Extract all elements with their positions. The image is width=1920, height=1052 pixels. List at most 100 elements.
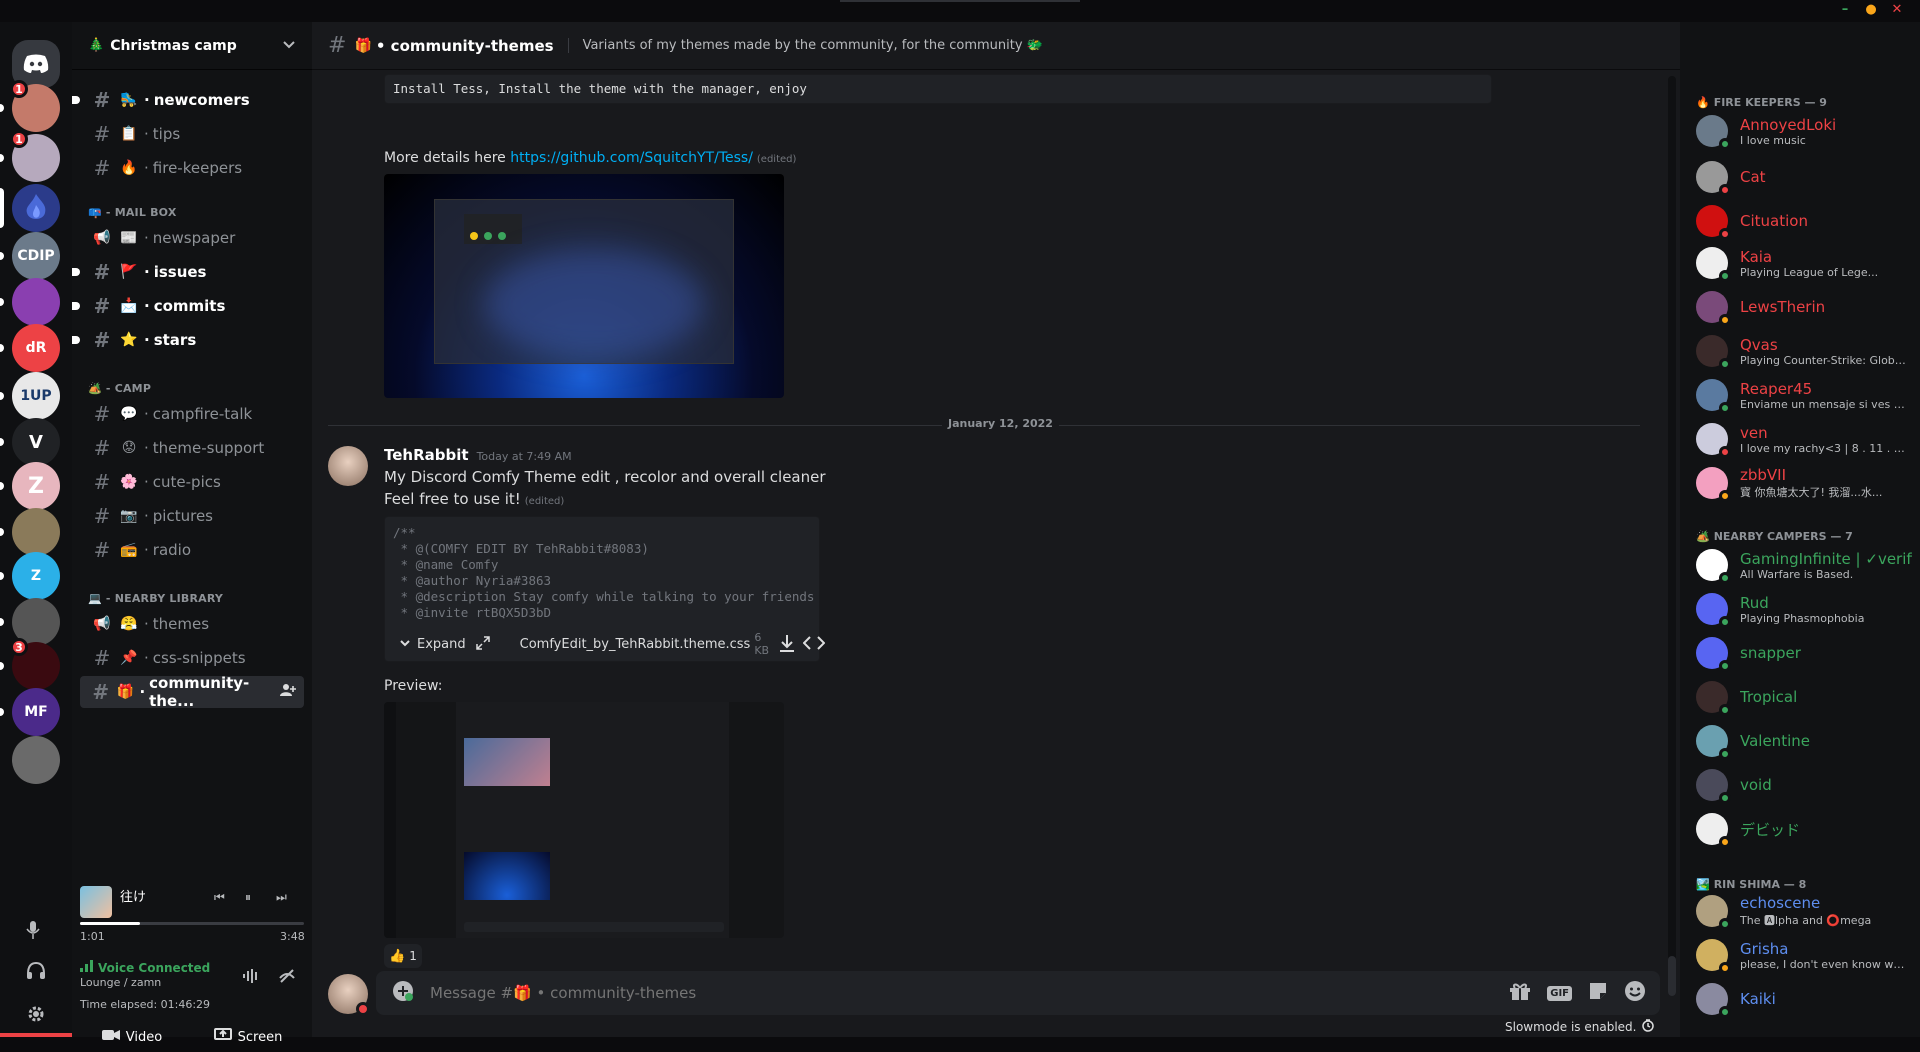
channel-separator: · <box>144 541 149 559</box>
mic-icon[interactable] <box>26 920 40 944</box>
member-list: 🔥 FIRE KEEPERS — 9 AnnoyedLoki I love music… <box>1680 22 1920 1037</box>
channel-campfire-talk[interactable]: # 💬 · campfire-talk <box>80 398 304 430</box>
channel-community-the[interactable]: # 🎁 · community-the... <box>80 674 304 710</box>
add-attachment-icon[interactable] <box>392 980 414 1006</box>
close-button[interactable]: ✕ <box>1890 3 1904 17</box>
channel-newspaper[interactable]: 📢 📰 · newspaper <box>80 222 304 254</box>
member-item[interactable]: Grisha please, I don't even know wher... <box>1688 934 1912 976</box>
member-item[interactable]: デビッド <box>1688 808 1912 850</box>
member-item[interactable]: Valentine <box>1688 720 1912 762</box>
channel-radio[interactable]: # 📻 · radio <box>80 534 304 566</box>
member-item[interactable]: Tropical <box>1688 676 1912 718</box>
channel-emoji: 🎁 <box>116 684 135 700</box>
gear-icon[interactable] <box>26 1004 46 1028</box>
server-christmas-camp[interactable] <box>12 184 60 232</box>
expand-button[interactable]: Expand <box>417 637 466 652</box>
channel-separator: · <box>144 473 149 491</box>
member-item[interactable]: Reaper45 Enviame un mensaje si ves est... <box>1688 374 1912 416</box>
channel-tips[interactable]: # 📋 · tips <box>80 118 304 150</box>
channel-pictures[interactable]: # 📷 · pictures <box>80 500 304 532</box>
member-item[interactable]: Rud Playing Phasmophobia <box>1688 588 1912 630</box>
unread-pill <box>0 438 4 446</box>
member-item[interactable]: Cat <box>1688 156 1912 198</box>
server-z[interactable]: Z <box>12 462 60 510</box>
screen-share-button[interactable]: Screen <box>192 1022 304 1052</box>
member-item[interactable]: echoscene The 🅰lpha and ⭕mega <box>1688 890 1912 932</box>
minimize-button[interactable]: – <box>1838 3 1852 17</box>
category-header[interactable]: 💻 - NEARBY LIBRARY <box>88 592 223 605</box>
category-header[interactable]: 📪 - MAIL BOX <box>88 206 177 219</box>
member-item[interactable]: Qvas Playing Counter-Strike: Global... <box>1688 330 1912 372</box>
unread-pill <box>0 104 4 112</box>
server-server-6[interactable] <box>12 278 60 326</box>
server-server-11[interactable] <box>12 508 60 556</box>
member-item[interactable]: zbbVII 寳 你魚塘太大了! 我溜...水... <box>1688 462 1912 504</box>
previous-track-icon[interactable]: ⏮ <box>214 890 225 905</box>
unread-indicator <box>72 268 80 276</box>
scrollbar-thumb[interactable] <box>1668 956 1676 996</box>
gif-icon[interactable]: GIF <box>1547 985 1572 1001</box>
noise-suppression-icon[interactable] <box>242 968 260 988</box>
github-link[interactable]: https://github.com/SquitchYT/Tess/ <box>510 150 753 166</box>
member-item[interactable]: AnnoyedLoki I love music <box>1688 110 1912 152</box>
pause-icon[interactable]: ⏸ <box>245 890 251 905</box>
member-item[interactable]: GamingInfinite | ✓verifiedAll Warfare is… <box>1688 544 1912 586</box>
image-attachment-tess[interactable] <box>384 174 784 398</box>
member-item[interactable]: void <box>1688 764 1912 806</box>
channel-separator: · <box>144 263 150 281</box>
member-item[interactable]: Kaiki <box>1688 978 1912 1020</box>
image-attachment-preview[interactable] <box>384 702 784 938</box>
server-one-up[interactable]: 1UP <box>12 372 60 420</box>
headphones-icon[interactable] <box>26 961 46 984</box>
channel-cute-pics[interactable]: # 🌸 · cute-pics <box>80 466 304 498</box>
server-zenith[interactable]: Z <box>12 552 60 600</box>
voice-status[interactable]: Voice Connected <box>80 960 210 976</box>
invite-icon[interactable] <box>280 683 296 701</box>
channel-commits[interactable]: # 📩 · commits <box>72 290 304 322</box>
gift-icon[interactable] <box>1509 981 1531 1005</box>
track-progress[interactable] <box>80 922 304 925</box>
author-avatar[interactable] <box>328 446 368 486</box>
category-header[interactable]: 🏕️ - CAMP <box>88 382 151 395</box>
next-track-icon[interactable]: ⏭ <box>276 890 287 905</box>
guild-header[interactable]: 🎄 Christmas camp <box>72 22 312 70</box>
self-avatar[interactable] <box>328 974 370 1016</box>
channel-topic[interactable]: Variants of my themes made by the commun… <box>567 38 1043 53</box>
chevron-down-icon[interactable] <box>399 637 411 652</box>
drag-handle[interactable] <box>840 0 1080 2</box>
reaction-thumbs-up[interactable]: 👍 1 <box>384 944 422 968</box>
server-dr[interactable]: dR <box>12 324 60 372</box>
member-item[interactable]: Kaia Playing League of Lege... <box>1688 242 1912 284</box>
member-item[interactable]: Cituation <box>1688 200 1912 242</box>
fullscreen-icon[interactable] <box>475 635 490 653</box>
disconnect-icon[interactable] <box>278 968 296 988</box>
chevron-down-icon[interactable] <box>282 37 296 55</box>
channel-fire-keepers[interactable]: # 🔥 · fire-keepers <box>80 152 304 184</box>
guild-emoji: 🎄 <box>88 38 105 53</box>
channel-label: fire-keepers <box>152 159 243 177</box>
server-cdip[interactable]: CDIP <box>12 232 60 280</box>
server-v[interactable]: V <box>12 418 60 466</box>
server-mf[interactable]: MF <box>12 688 60 736</box>
channel-issues[interactable]: # 🚩 · issues <box>72 256 304 288</box>
message-input[interactable] <box>428 983 1510 1003</box>
channel-theme-support[interactable]: # 😟 · theme-support <box>80 432 304 464</box>
channel-themes[interactable]: 📢 😤 · themes <box>80 608 304 640</box>
member-item[interactable]: LewsTherin <box>1688 286 1912 328</box>
sticker-icon[interactable] <box>1588 981 1608 1005</box>
chat-scrollbar[interactable] <box>1668 76 1676 996</box>
download-icon[interactable] <box>779 634 795 655</box>
server-server-16[interactable] <box>12 736 60 784</box>
author-name[interactable]: TehRabbit <box>384 446 469 464</box>
maximize-button[interactable]: ● <box>1864 3 1878 17</box>
member-item[interactable]: snapper <box>1688 632 1912 674</box>
video-button[interactable]: Video <box>80 1022 184 1052</box>
member-avatar <box>1696 247 1731 282</box>
channel-css-snippets[interactable]: # 📌 · css-snippets <box>80 642 304 674</box>
channel-label: pictures <box>152 507 213 525</box>
channel-newcomers[interactable]: # 🛼 · newcomers <box>72 84 304 116</box>
member-item[interactable]: ven I love my rachy<3 | 8 . 11 . 2... <box>1688 418 1912 460</box>
channel-stars[interactable]: # ⭐ · stars <box>72 324 304 356</box>
code-view-icon[interactable] <box>802 635 826 654</box>
emoji-icon[interactable] <box>1624 980 1646 1006</box>
